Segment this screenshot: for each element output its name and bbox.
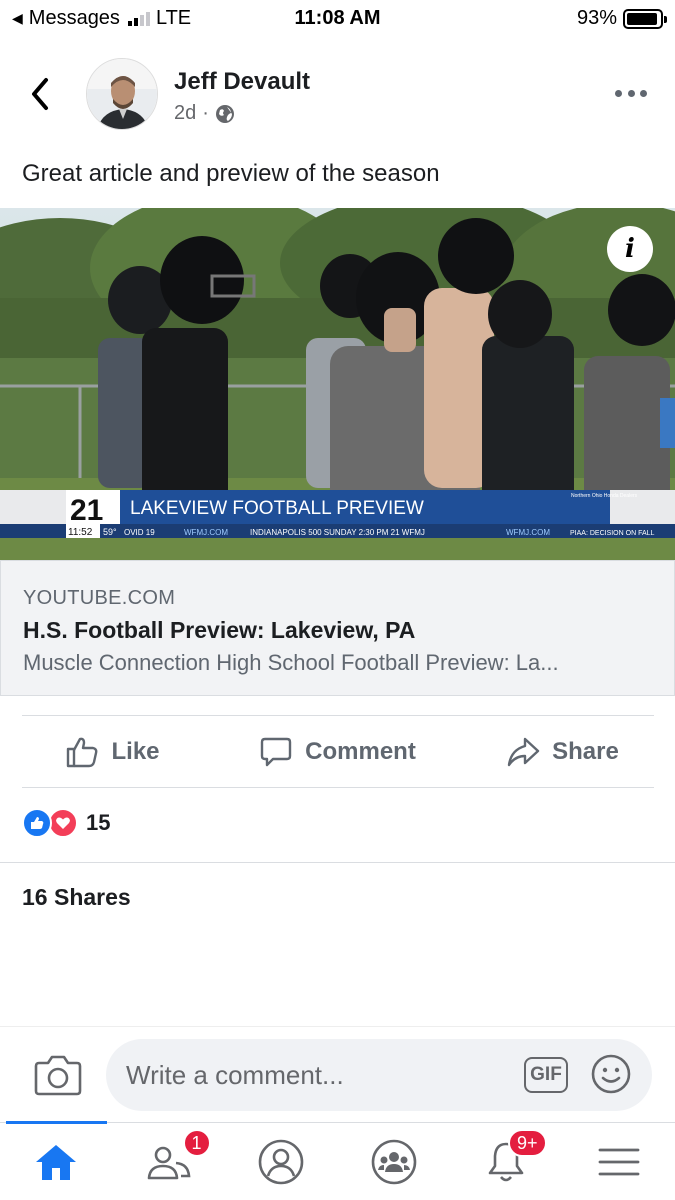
back-button[interactable]: [24, 74, 60, 114]
channel-logo: 21: [70, 494, 103, 527]
profile-icon: [258, 1139, 304, 1184]
tab-bar: 1 9+: [0, 1121, 675, 1200]
link-info[interactable]: YOUTUBE.COM H.S. Football Preview: Lakev…: [0, 560, 675, 696]
smiley-icon: [591, 1054, 631, 1094]
thumbs-up-icon: [67, 737, 98, 768]
tab-notifications[interactable]: 9+: [450, 1123, 563, 1200]
ticker-item: WFMJ.COM: [506, 528, 550, 537]
more-options-button[interactable]: [615, 86, 647, 100]
comment-button[interactable]: Comment: [225, 716, 450, 788]
comment-icon: [260, 737, 292, 767]
emoji-button[interactable]: [590, 1053, 632, 1095]
meta-separator: ·: [202, 102, 209, 124]
info-button[interactable]: i: [607, 226, 653, 272]
notifications-badge: 9+: [508, 1129, 547, 1157]
battery-icon: [623, 8, 667, 29]
ticker-item: WFMJ.COM: [184, 528, 228, 537]
camera-icon: [34, 1055, 82, 1096]
gif-button[interactable]: GIF: [524, 1057, 568, 1093]
more-dot: [640, 89, 647, 97]
like-button[interactable]: Like: [0, 716, 225, 788]
tab-profile[interactable]: [225, 1123, 338, 1200]
overlay-headline: LAKEVIEW FOOTBALL PREVIEW: [130, 498, 424, 519]
post-actions: Like Comment Share: [0, 716, 675, 788]
home-icon: [36, 1144, 77, 1180]
link-domain: YOUTUBE.COM: [23, 587, 176, 609]
shares-count[interactable]: 16 Shares: [22, 884, 131, 911]
share-button[interactable]: Share: [450, 716, 675, 788]
status-bar: ◀ Messages LTE 11:08 AM 93%: [0, 0, 675, 38]
share-label: Share: [552, 738, 619, 765]
more-dot: [627, 89, 635, 97]
status-right: 93%: [576, 7, 667, 30]
link-title: H.S. Football Preview: Lakeview, PA: [23, 617, 416, 643]
reaction-count: 15: [86, 810, 111, 835]
ticker-temp: 59°: [103, 527, 117, 537]
link-description: Muscle Connection High School Football P…: [23, 650, 559, 675]
status-time: 11:08 AM: [294, 7, 381, 29]
avatar[interactable]: [86, 58, 158, 130]
comment-composer: GIF: [0, 1026, 675, 1122]
ticker-item: OVID 19: [124, 528, 155, 537]
like-reaction-icon: [22, 808, 52, 838]
share-arrow-icon: [507, 737, 540, 767]
menu-icon: [598, 1148, 640, 1175]
heart-reaction-icon: [48, 808, 78, 838]
chevron-left-icon: [32, 78, 48, 110]
football-players-video-thumbnail: 21 LAKEVIEW FOOTBALL PREVIEW Northern Oh…: [0, 208, 675, 560]
post-text: Great article and preview of the season: [22, 160, 440, 187]
reactions-summary[interactable]: 15: [22, 808, 110, 838]
comment-input[interactable]: [126, 1039, 506, 1111]
groups-icon: [371, 1139, 417, 1184]
ticker-item: INDIANAPOLIS 500 SUNDAY 2:30 PM 21 WFMJ: [250, 528, 425, 537]
camera-button[interactable]: [34, 1053, 82, 1097]
divider: [0, 862, 675, 863]
author-name[interactable]: Jeff Devault: [174, 68, 310, 96]
tab-home[interactable]: [0, 1121, 113, 1200]
comment-box: GIF: [106, 1039, 652, 1111]
tab-groups[interactable]: [338, 1123, 451, 1200]
battery-percent: 93%: [576, 7, 617, 29]
more-dot: [615, 89, 622, 97]
post-time[interactable]: 2d: [174, 102, 196, 125]
post-header: Jeff Devault 2d ·: [0, 56, 675, 132]
comment-label: Comment: [305, 738, 416, 765]
link-preview-image[interactable]: 21 LAKEVIEW FOOTBALL PREVIEW Northern Oh…: [0, 208, 675, 560]
like-label: Like: [111, 738, 160, 765]
friends-badge: 1: [182, 1129, 211, 1157]
ticker-time: 11:52: [68, 527, 93, 538]
ticker-item: PIAA: DECISION ON FALL: [570, 530, 655, 537]
divider: [22, 787, 654, 788]
post-meta: 2d ·: [174, 102, 235, 125]
overlay-sponsor: Northern Ohio Honda Dealers: [571, 493, 638, 499]
tab-friends[interactable]: 1: [113, 1123, 226, 1200]
globe-icon: [215, 104, 234, 123]
tab-menu[interactable]: [563, 1123, 675, 1200]
